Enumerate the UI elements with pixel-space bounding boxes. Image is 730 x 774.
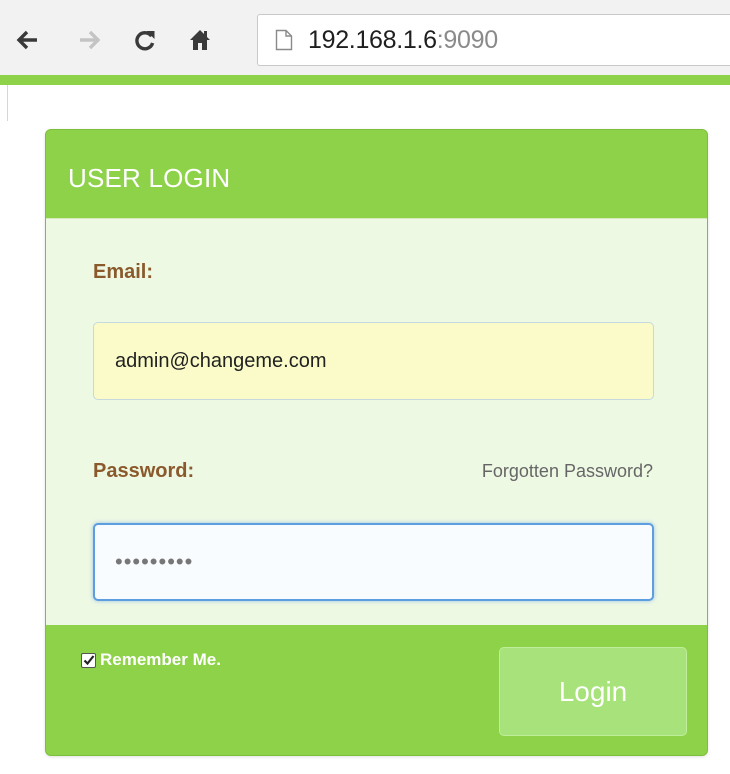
forgot-password-link[interactable]: Forgotten Password? [482, 461, 653, 482]
back-arrow-icon [16, 30, 37, 50]
forward-button[interactable] [75, 22, 103, 58]
email-field[interactable] [93, 322, 654, 400]
page-icon [275, 29, 293, 51]
email-label: Email: [93, 261, 154, 283]
panel-title: USER LOGIN [68, 163, 231, 193]
browser-toolbar: 192.168.1.6:9090 [0, 0, 730, 75]
left-divider [7, 85, 8, 121]
reload-button[interactable] [131, 22, 159, 58]
remember-me-option[interactable]: Remember Me. [81, 650, 221, 670]
reload-icon [135, 31, 155, 51]
login-button[interactable]: Login [499, 647, 687, 736]
page-header-bar [0, 75, 730, 85]
back-button[interactable] [14, 22, 42, 58]
url-host: 192.168.1.6 [308, 26, 437, 54]
url-port: :9090 [436, 26, 498, 54]
home-icon [190, 30, 210, 50]
checkmark-icon [83, 655, 94, 666]
remember-me-label: Remember Me. [100, 650, 221, 669]
login-footer: Remember Me. Login [46, 625, 707, 755]
login-panel: USER LOGIN Email: Password: Forgotten Pa… [45, 129, 708, 756]
home-button[interactable] [186, 22, 214, 58]
forward-arrow-icon [80, 30, 101, 50]
password-label: Password: [93, 460, 195, 482]
address-bar[interactable]: 192.168.1.6:9090 [257, 14, 730, 66]
password-field[interactable] [93, 523, 654, 601]
remember-me-checkbox[interactable] [81, 652, 96, 668]
url-text: 192.168.1.6:9090 [308, 26, 498, 54]
